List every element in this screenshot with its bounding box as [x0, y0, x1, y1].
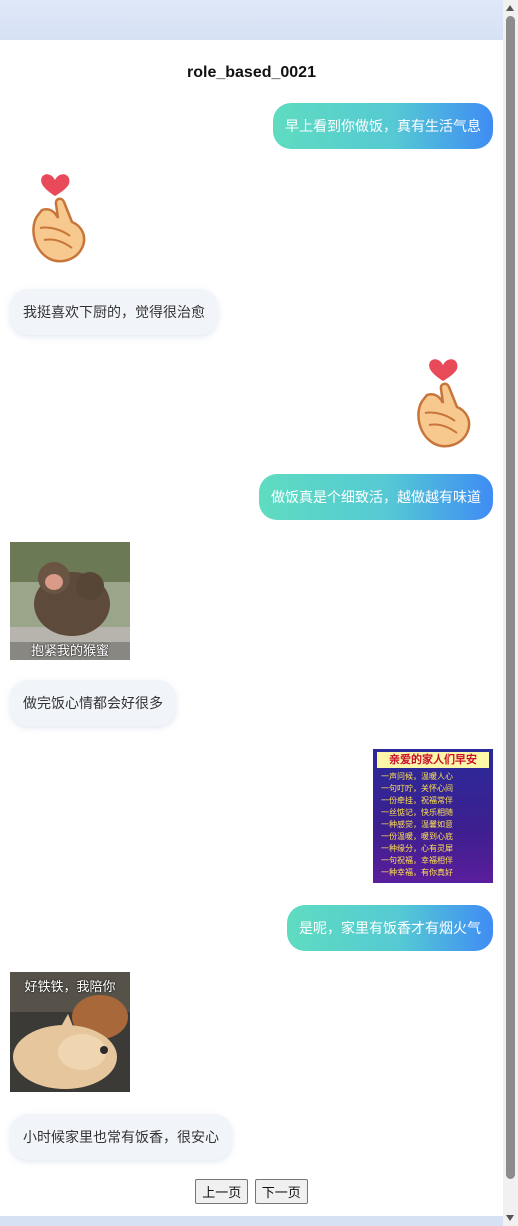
poster-line: 一份温暖，暖到心底 [381, 832, 453, 841]
vertical-scrollbar[interactable] [503, 0, 518, 1226]
finger-heart-icon [32, 174, 86, 263]
poster-line: 一句祝福，幸福相伴 [381, 856, 453, 865]
message-bubble-left: 我挺喜欢下厨的，觉得很治愈 [10, 289, 218, 335]
message-bubble-right: 早上看到你做饭，真有生活气息 [273, 103, 493, 149]
message-bubble-left: 做完饭心情都会好很多 [10, 680, 176, 726]
sticker-caption: 好铁铁，我陪你 [24, 979, 116, 994]
next-page-button[interactable]: 下一页 [254, 1179, 308, 1204]
sticker-message[interactable] [20, 170, 100, 270]
scroll-down-arrow-icon[interactable] [506, 1215, 514, 1221]
sticker-message[interactable]: 抱紧我的猴蜜 [10, 542, 130, 660]
page-title: role_based_0021 [187, 64, 316, 81]
sticker-caption: 抱紧我的猴蜜 [30, 643, 109, 658]
scrollbar-thumb[interactable] [506, 16, 515, 1179]
message-bubble-right: 是呢，家里有饭香才有烟火气 [287, 905, 493, 951]
poster-line: 一份牵挂，祝福常伴 [381, 796, 453, 805]
prev-page-button[interactable]: 上一页 [195, 1179, 249, 1204]
poster-title: 亲爱的家人们早安 [377, 752, 489, 768]
poster-line: 一丝惦记，快乐相随 [381, 808, 453, 817]
chat-panel: role_based_0021 早上看到你做饭，真有生活气息 我挺喜欢下厨的，觉… [0, 40, 503, 1216]
scroll-up-arrow-icon[interactable] [506, 5, 514, 11]
poster-line: 一种感觉，温馨如意 [381, 820, 453, 829]
poster-line: 一声问候，温暖人心 [381, 772, 453, 781]
finger-heart-icon [417, 359, 471, 448]
pagination: 上一页 下一页 [0, 1179, 503, 1204]
poster-line: 一种缘分，心有灵犀 [381, 844, 453, 853]
sticker-message[interactable]: 好铁铁，我陪你 [10, 972, 130, 1092]
message-bubble-right: 做饭真是个细致活，越做越有味道 [259, 474, 493, 520]
sticker-message[interactable]: 亲爱的家人们早安 一声问候，温暖人心 一句叮咛，关怀心间 一份牵挂，祝福常伴 一… [373, 749, 493, 883]
poster-line: 一种幸福，有你真好 [381, 868, 453, 877]
bottom-band [0, 1216, 503, 1226]
message-bubble-left: 小时候家里也常有饭香，很安心 [10, 1114, 232, 1160]
top-band [0, 0, 503, 40]
poster-line: 一句叮咛，关怀心间 [381, 784, 453, 793]
poster-lines: 一声问候，温暖人心 一句叮咛，关怀心间 一份牵挂，祝福常伴 一丝惦记，快乐相随 … [381, 771, 489, 879]
sticker-message[interactable] [405, 355, 485, 455]
